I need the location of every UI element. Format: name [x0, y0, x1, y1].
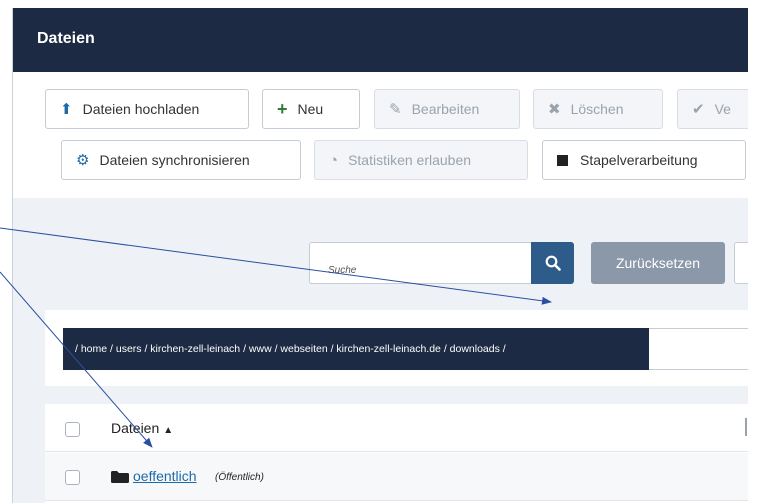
upload-button[interactable]: ⬆ Dateien hochladen	[45, 89, 249, 129]
select-all-checkbox[interactable]	[65, 422, 80, 437]
pie-chart-icon: ◔	[329, 151, 339, 169]
close-icon: ✖	[548, 100, 561, 118]
path-panel: / home / users / kirchen-zell-leinach / …	[45, 310, 748, 386]
screenshot-frame: Dateien ⬆ Dateien hochladen + Neu ✎ Bear…	[0, 0, 760, 503]
column-header-label: Dateien	[111, 420, 160, 436]
search-button[interactable]	[531, 242, 574, 284]
truncated-check-button[interactable]: ✔ Ve	[677, 89, 748, 129]
edit-button-label: Bearbeiten	[411, 101, 480, 117]
column-divider	[745, 418, 747, 436]
new-button-label: Neu	[297, 101, 324, 117]
check-icon: ✔	[692, 100, 705, 118]
batch-button-label: Stapelverarbeitung	[580, 152, 698, 168]
edit-icon: ✎	[389, 100, 402, 118]
sync-files-button[interactable]: ⚙ Dateien synchronisieren	[61, 140, 301, 180]
upload-icon: ⬆	[60, 100, 73, 118]
file-manager-window: Dateien ⬆ Dateien hochladen + Neu ✎ Bear…	[12, 8, 748, 503]
search-icon	[545, 255, 561, 271]
row-checkbox[interactable]	[65, 470, 80, 485]
truncated-button[interactable]	[734, 242, 748, 284]
table-header: Dateien ▲	[45, 404, 748, 452]
toolbar: ⬆ Dateien hochladen + Neu ✎ Bearbeiten ✖…	[13, 72, 748, 198]
allow-statistics-button[interactable]: ◔ Statistiken erlauben	[314, 140, 528, 180]
path-breadcrumb[interactable]: / home / users / kirchen-zell-leinach / …	[63, 328, 649, 370]
sync-button-label: Dateien synchronisieren	[99, 152, 250, 168]
table-row[interactable]: oeffentlich (Öffentlich)	[45, 453, 748, 501]
stats-button-label: Statistiken erlauben	[348, 152, 472, 168]
reset-button[interactable]: Zurücksetzen	[591, 242, 725, 284]
folder-link[interactable]: oeffentlich	[133, 468, 197, 484]
edit-button[interactable]: ✎ Bearbeiten	[374, 89, 520, 129]
plus-icon: +	[277, 99, 288, 119]
delete-button-label: Löschen	[570, 101, 624, 117]
folder-visibility-note: (Öffentlich)	[215, 472, 264, 483]
file-table: Dateien ▲ oeffentlich (Öffentlich)	[45, 404, 748, 503]
search-input[interactable]	[309, 242, 531, 284]
search-bar: Zurücksetzen	[13, 198, 748, 298]
sort-ascending-icon: ▲	[163, 425, 174, 436]
upload-button-label: Dateien hochladen	[82, 101, 200, 117]
batch-processing-button[interactable]: Stapelverarbeitung	[542, 140, 746, 180]
column-header-files[interactable]: Dateien ▲	[111, 420, 173, 436]
folder-icon	[111, 471, 129, 483]
delete-button[interactable]: ✖ Löschen	[533, 89, 663, 129]
truncated-button-label: Ve	[714, 101, 731, 117]
window-title: Dateien	[37, 30, 95, 47]
new-button[interactable]: + Neu	[262, 89, 360, 129]
stop-icon	[557, 154, 568, 166]
gears-icon: ⚙	[76, 151, 90, 169]
title-bar: Dateien	[13, 8, 748, 72]
